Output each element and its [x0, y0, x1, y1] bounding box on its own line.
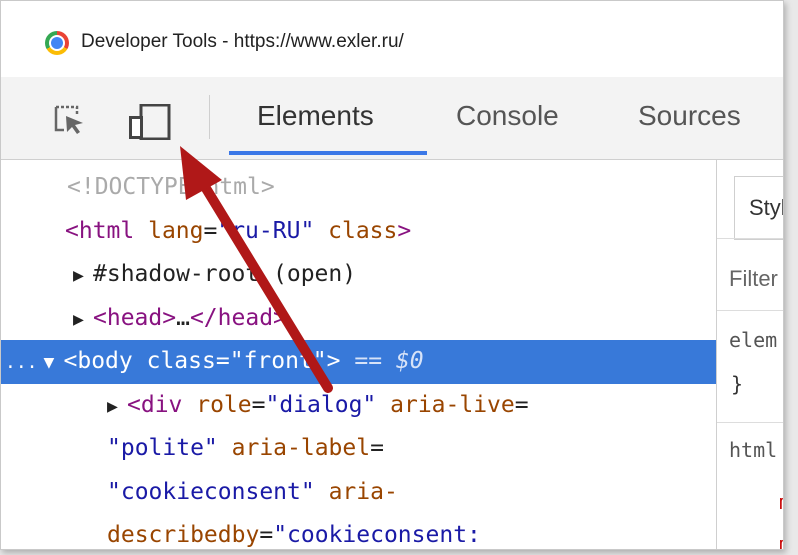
doctype-text: <!DOCTYPE html> — [67, 174, 275, 200]
attr-value: "front" — [229, 348, 327, 374]
attr-value: "dialog" — [265, 391, 377, 418]
attr-eq: = — [370, 435, 384, 461]
toolbar-separator — [209, 95, 210, 139]
attr-name: aria-label — [217, 435, 371, 461]
css-property[interactable]: m — [779, 490, 783, 514]
dom-node-div-cont: describedby="cookieconsent: — [1, 514, 716, 549]
shadow-root-text: #shadow-root (open) — [93, 261, 357, 287]
styles-filter-input[interactable]: Filter — [729, 266, 778, 292]
attr-name: class — [314, 217, 398, 244]
expand-triangle-icon[interactable]: ▶ — [73, 254, 93, 298]
attr-value: "cookieconsent" — [107, 478, 315, 505]
html-style-rule: html — [729, 438, 778, 462]
inspect-element-icon[interactable] — [53, 104, 85, 136]
attr-value: "ru-RU" — [217, 217, 315, 244]
dom-node-html[interactable]: <html lang="ru-RU" class> — [1, 210, 716, 254]
expand-triangle-icon[interactable]: ▶ — [73, 298, 93, 342]
attr-name: describedby — [107, 522, 260, 548]
chrome-logo-icon — [45, 31, 69, 55]
styles-tab-label: Styl — [749, 195, 784, 220]
attr-eq: = — [514, 391, 529, 418]
attr-eq: = — [251, 391, 266, 418]
attr-name: role — [182, 391, 252, 418]
css-property[interactable]: m — [779, 532, 783, 549]
attr-value: "cookieconsent: — [273, 522, 481, 548]
tab-console[interactable]: Console — [456, 100, 559, 132]
rule-close-brace: } — [731, 372, 744, 396]
element-style-rule: elem — [729, 328, 778, 352]
attr-eq: = — [215, 348, 230, 374]
attr-name: class — [132, 348, 216, 374]
dom-tree: <!DOCTYPE html> <html lang="ru-RU" class… — [1, 166, 716, 549]
attr-eq: = — [203, 217, 218, 244]
dom-node-div[interactable]: ▶ <div role="dialog" aria-live= — [1, 384, 716, 428]
attr-name: aria-live — [376, 391, 515, 418]
rule-divider — [717, 422, 783, 423]
styles-pane: Styl Filter elem } html m m — [717, 160, 784, 549]
dom-node-div-cont: "cookieconsent" aria- — [1, 471, 716, 515]
attr-value: "polite" — [107, 435, 218, 461]
elements-panel: <!DOCTYPE html> <html lang="ru-RU" class… — [1, 160, 716, 549]
attr-name: aria- — [314, 478, 398, 505]
tag-open: <body — [63, 348, 133, 374]
dom-node-doctype[interactable]: <!DOCTYPE html> — [1, 166, 716, 210]
selected-marker: == — [340, 348, 396, 374]
devtools-window: Developer Tools - https://www.exler.ru/ … — [0, 0, 784, 550]
tab-styles[interactable]: Styl — [734, 176, 784, 240]
console-ref: $0 — [395, 348, 424, 374]
dom-node-shadow-root[interactable]: ▶ #shadow-root (open) — [1, 253, 716, 297]
title-bar: Developer Tools - https://www.exler.ru/ — [1, 1, 783, 77]
tag-close: </head> — [189, 304, 287, 331]
tab-sources[interactable]: Sources — [638, 100, 741, 132]
tag-open: <head> — [93, 304, 177, 331]
attr-name: lang — [134, 217, 204, 244]
window-title: Developer Tools - https://www.exler.ru/ — [81, 31, 404, 52]
styles-divider — [717, 238, 783, 239]
dom-node-body-selected[interactable]: ... ▼ <body class="front"> == $0 — [1, 340, 716, 384]
tag-open: <html — [65, 217, 135, 244]
collapsed-ellipsis: … — [176, 304, 190, 331]
device-toolbar-icon[interactable] — [127, 104, 173, 140]
dom-node-div-cont: "polite" aria-label= — [1, 427, 716, 471]
node-menu-dots[interactable]: ... — [5, 352, 38, 373]
collapse-triangle-icon[interactable]: ▼ — [44, 341, 64, 385]
tag-close: > — [397, 217, 412, 244]
tab-elements[interactable]: Elements — [257, 100, 374, 132]
active-tab-indicator — [229, 151, 427, 155]
tag-close: > — [326, 348, 341, 374]
filter-divider — [717, 310, 783, 311]
devtools-toolbar: Elements Console Sources — [1, 77, 783, 160]
dom-node-head[interactable]: ▶ <head>…</head> — [1, 297, 716, 341]
attr-eq: = — [259, 522, 274, 548]
tag-open: <div — [127, 391, 183, 418]
expand-triangle-icon[interactable]: ▶ — [107, 385, 127, 429]
